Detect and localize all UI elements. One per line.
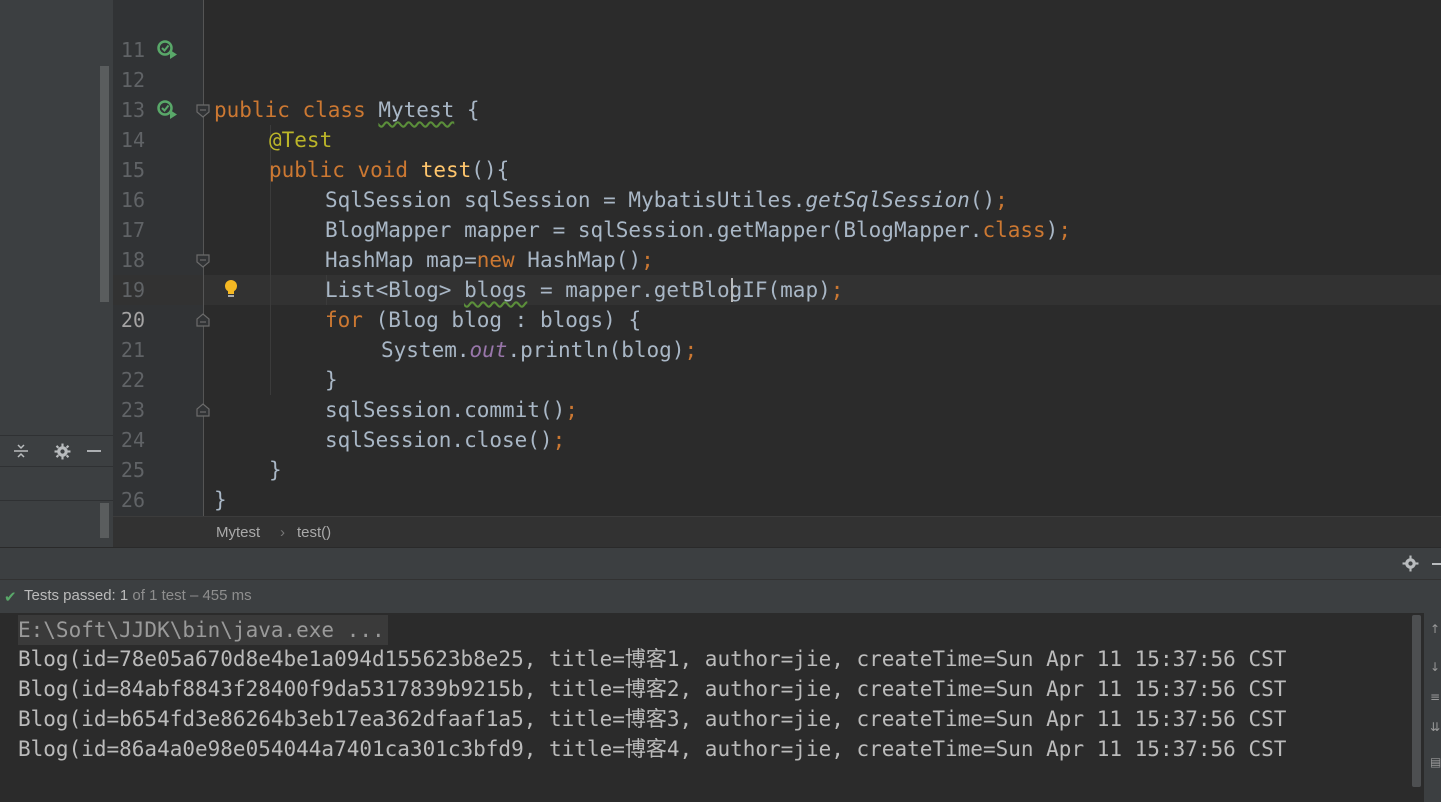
test-status-text: Tests passed: 1 of 1 test – 455 ms [24, 587, 252, 604]
print-icon[interactable]: ▤ [1430, 755, 1441, 769]
run-tool-header [0, 547, 1441, 579]
code-line-13: 13 @Test [0, 65, 1441, 152]
console-line: Blog(id=86a4a0e98e054044a7401ca301c3bfd9… [18, 737, 1287, 761]
code-line-19: 19 for (Blog blog : blogs) { [0, 245, 1441, 332]
code-line-22: 22 sqlSession.commit(); [0, 335, 1441, 422]
code-line-21: 21 } [0, 305, 1441, 392]
console-output[interactable]: E:\Soft\JJDK\bin\java.exe ... Blog(id=78… [0, 613, 1424, 802]
minimize-icon[interactable] [1432, 563, 1441, 565]
code-line-14: 14 public void test(){ [0, 95, 1441, 182]
scroll-down-icon[interactable]: ↓ [1430, 660, 1440, 674]
code-line-24: 24 } [0, 395, 1441, 482]
fold-icon[interactable] [195, 103, 211, 119]
code-line-25: 25 } [0, 425, 1441, 512]
console-command-line: E:\Soft\JJDK\bin\java.exe ... [18, 615, 388, 645]
code-line-23: 23 sqlSession.close(); [0, 365, 1441, 452]
wrap-icon[interactable]: ≡ [1430, 690, 1440, 704]
console-scrollbar[interactable] [1412, 615, 1421, 787]
breadcrumb: Mytest › test() [113, 516, 1441, 547]
code-line-15: 15 SqlSession sqlSession = MybatisUtiles… [0, 125, 1441, 212]
console-line: Blog(id=b654fd3e86264b3eb17ea362dfaaf1a5… [18, 707, 1287, 731]
text-caret [731, 278, 733, 302]
run-test-icon[interactable] [156, 98, 180, 122]
test-status-bar: ✔ Tests passed: 1 of 1 test – 455 ms [0, 579, 1441, 613]
console-line: Blog(id=78e05a670d8e4be1a094d155623b8e25… [18, 647, 1287, 671]
lightbulb-icon[interactable] [222, 278, 240, 300]
fold-end-icon[interactable] [195, 312, 211, 328]
console-line: Blog(id=84abf8843f28400f9da5317839b9215b… [18, 677, 1287, 701]
scroll-up-icon[interactable]: ↑ [1430, 622, 1440, 636]
gear-icon[interactable] [1402, 555, 1419, 576]
code-line-16: 16 BlogMapper mapper = sqlSession.getMap… [0, 155, 1441, 242]
side-panel-scrollbar-lower[interactable] [100, 503, 109, 538]
code-line-17: 17 HashMap map=new HashMap(); [0, 185, 1441, 272]
line-number: 26 [120, 488, 145, 512]
code-text: } [214, 488, 227, 512]
code-line-12: 12 public class Mytest { [0, 35, 1441, 122]
breadcrumb-separator: › [280, 524, 285, 541]
code-line-26: 26 [0, 455, 1441, 512]
fold-icon[interactable] [195, 253, 211, 269]
check-icon: ✔ [4, 589, 17, 606]
fold-end-icon[interactable] [195, 402, 211, 418]
scroll-end-icon[interactable]: ⇊ [1430, 720, 1440, 734]
console-side-toolbar [1424, 613, 1441, 802]
breadcrumb-method[interactable]: test() [297, 524, 331, 541]
run-test-icon[interactable] [156, 38, 180, 62]
code-line-18: 18 List<Blog> blogs = mapper.getBlogIF(m… [0, 215, 1441, 302]
code-line-20: 20 System.out.println(blog); [0, 275, 1441, 362]
code-line-11: 11 [0, 5, 1441, 62]
breadcrumb-class[interactable]: Mytest [216, 524, 260, 541]
